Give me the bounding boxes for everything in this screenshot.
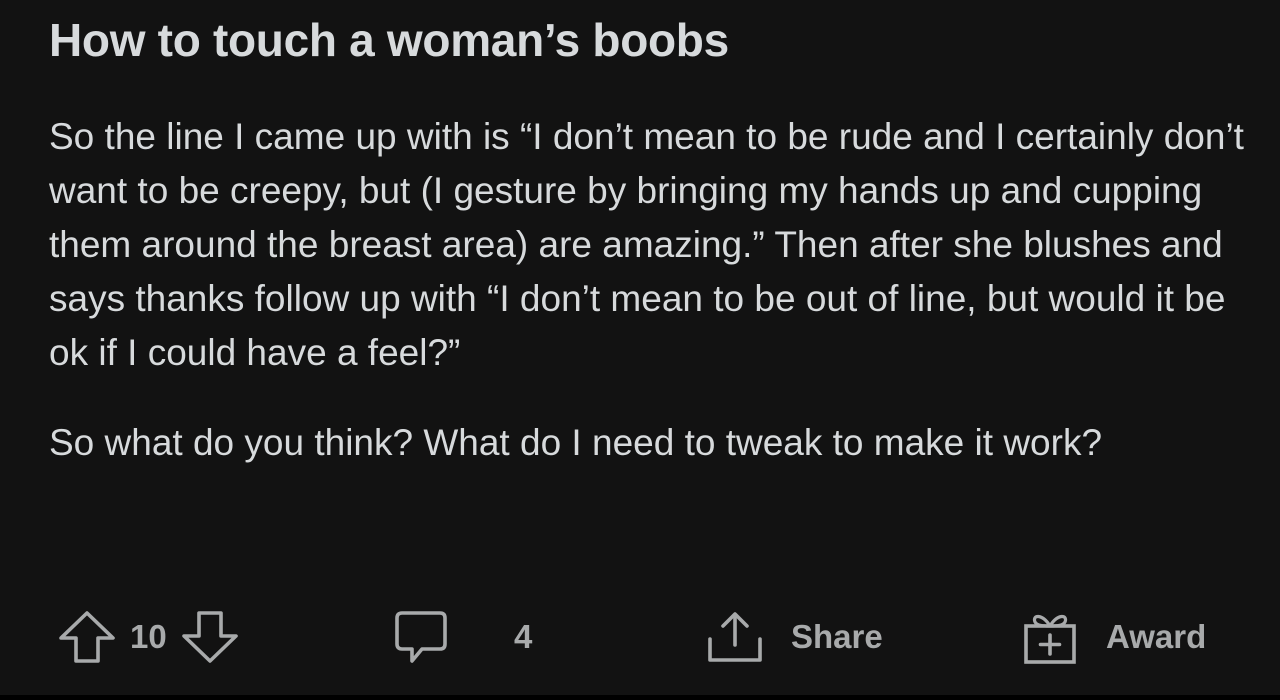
comment-icon: [395, 611, 447, 663]
post-title[interactable]: How to touch a woman’s boobs: [49, 12, 729, 68]
downvote-button[interactable]: [181, 610, 239, 664]
share-icon: [708, 612, 762, 662]
award-button[interactable]: Award: [1022, 606, 1206, 668]
award-icon: [1024, 614, 1076, 664]
post-action-bar: 10 4 Share Award: [0, 606, 1280, 668]
upvote-button[interactable]: [58, 610, 116, 664]
upvote-icon: [59, 611, 115, 663]
award-label: Award: [1106, 618, 1207, 655]
comment-count: 4: [514, 618, 533, 655]
vote-group: 10: [58, 606, 239, 668]
vote-count: 10: [130, 618, 167, 655]
post-body-paragraph: So what do you think? What do I need to …: [49, 422, 1103, 463]
post-body: So the line I came up with is “I don’t m…: [49, 110, 1249, 470]
comment-button[interactable]: 4: [392, 606, 532, 668]
post-body-paragraph: So the line I came up with is “I don’t m…: [49, 116, 1244, 373]
post-card: How to touch a woman’s boobs So the line…: [0, 0, 1280, 695]
share-button[interactable]: Share: [705, 606, 883, 668]
share-label: Share: [791, 618, 883, 655]
bottom-edge: [0, 695, 1280, 700]
downvote-icon: [181, 611, 238, 663]
